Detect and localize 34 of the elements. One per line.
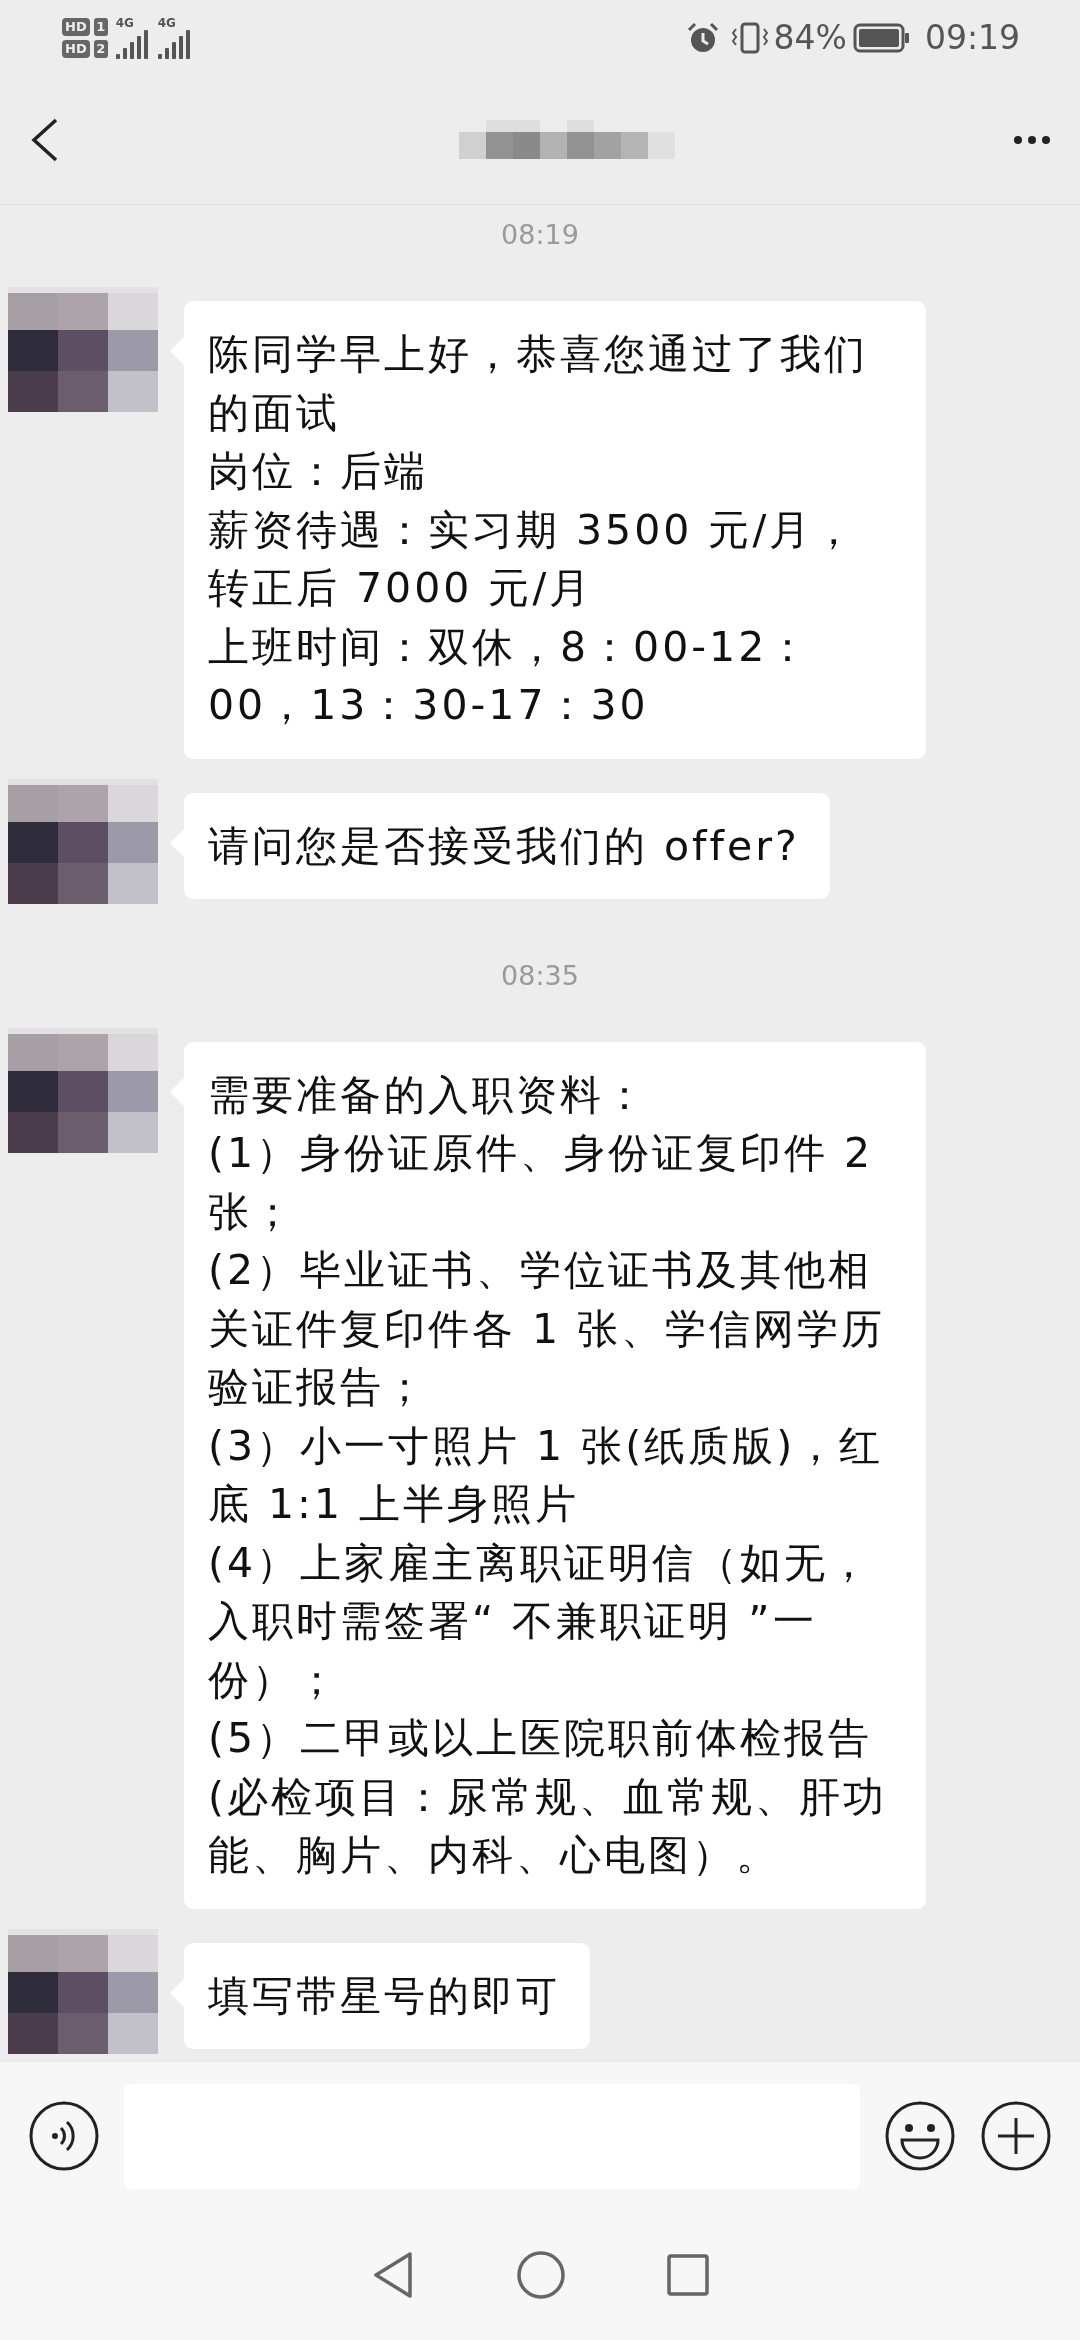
back-icon[interactable]: [30, 117, 60, 162]
message-text: 陈同学早上好，恭喜您通过了我们的面试: [208, 329, 869, 439]
message-text: 上班时间：双休，8：00-12：00，13：30-17：30: [208, 621, 813, 731]
network-label: 4G: [115, 16, 135, 29]
message-text: 填写带星号的即可: [208, 1970, 560, 2022]
home-nav-icon[interactable]: [516, 2250, 566, 2300]
sim-slot-badge: 2: [93, 39, 108, 58]
message-text: (3）小一寸照片 1 张(纸质版)，红底 1:1 上半身照片: [208, 1420, 885, 1530]
message-text: 岗位：后端: [208, 446, 429, 497]
battery-icon: [852, 22, 911, 53]
message-text: (1）身份证原件、身份证复印件 2 张；: [208, 1128, 875, 1238]
message-text: (2）毕业证书、学位证书及其他相关证件复印件各 1 张、学信网学历验证报告；: [208, 1245, 887, 1413]
sim-badge: HD: [62, 39, 90, 58]
signal-icon: [115, 28, 150, 59]
more-icon[interactable]: [1014, 134, 1050, 145]
network-label: 4G: [157, 16, 177, 29]
voice-icon[interactable]: [28, 2100, 100, 2172]
message-text: 请问您是否接受我们的 offer?: [208, 820, 800, 872]
message-text: 薪资待遇：实习期 3500 元/月，转正后 7000 元/月: [208, 504, 859, 614]
vibrate-icon: [729, 20, 770, 55]
message-text: (4）上家雇主离职证明信（如无，入职时需签署“ 不兼职证明 ”一份）；: [208, 1537, 874, 1706]
message-timestamp: 08:19: [501, 218, 579, 251]
add-icon[interactable]: [980, 2100, 1052, 2172]
message-text: 需要准备的入职资料：: [208, 1069, 649, 1121]
signal-icon: [157, 28, 192, 59]
message-text: (5）二甲或以上医院职前体检报告(必检项目：尿常规、血常规、肝功能、胸片、内科、心电图）。: [208, 1713, 888, 1881]
sim-badge: HD: [62, 17, 90, 36]
clock-time: 09:19: [924, 16, 1020, 59]
message-timestamp: 08:35: [501, 958, 579, 992]
recents-nav-icon[interactable]: [666, 2253, 710, 2297]
emoji-icon[interactable]: [884, 2100, 956, 2172]
battery-percentage: 84%: [773, 16, 847, 59]
sim-slot-badge: 1: [93, 17, 108, 36]
alarm-icon: [685, 20, 720, 55]
